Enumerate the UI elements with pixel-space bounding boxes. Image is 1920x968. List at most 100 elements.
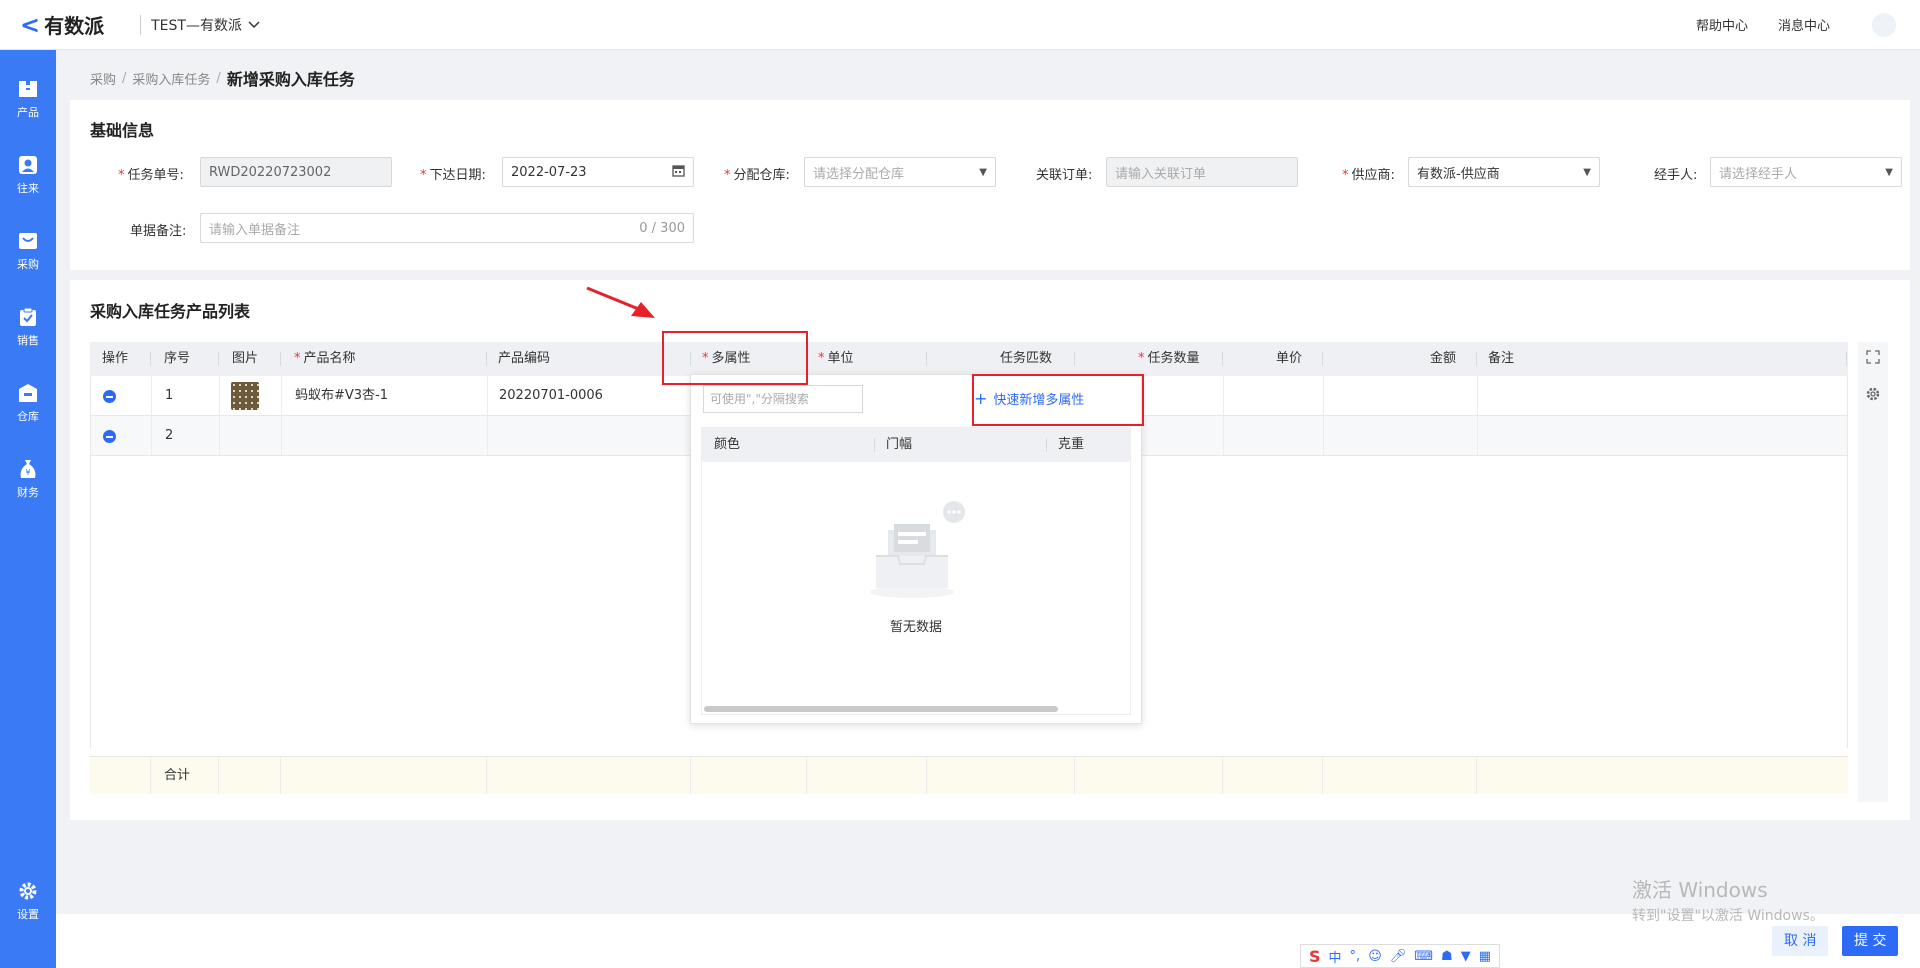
sidebar-item-sales[interactable]: 销售 bbox=[0, 306, 56, 366]
empty-inbox-icon bbox=[870, 500, 966, 604]
basic-info-title: 基础信息 bbox=[90, 121, 155, 140]
handler-select[interactable]: 请选择经手人 ▼ bbox=[1710, 157, 1902, 187]
col-line bbox=[150, 757, 151, 794]
col-line bbox=[690, 757, 691, 794]
col-header-name: * 产品名称 bbox=[294, 351, 356, 366]
col-divider bbox=[280, 352, 281, 366]
sidebar-item-finance[interactable]: ¥ 财务 bbox=[0, 458, 56, 518]
breadcrumb-purchase-tasks[interactable]: 采购入库任务 bbox=[132, 69, 210, 88]
col-divider bbox=[874, 438, 875, 452]
col-divider bbox=[1074, 352, 1075, 366]
col-line bbox=[806, 757, 807, 794]
watermark-line1: 激活 Windows bbox=[1632, 878, 1768, 902]
message-center-link[interactable]: 消息中心 bbox=[1778, 15, 1830, 34]
col-line bbox=[487, 416, 488, 455]
sidebar-item-contacts[interactable]: 往来 bbox=[0, 154, 56, 214]
org-name: TEST—有数派 bbox=[151, 17, 242, 34]
table-side-tools bbox=[1858, 342, 1888, 802]
logo-text: 有数派 bbox=[44, 14, 105, 38]
shirt-icon[interactable]: ▼ bbox=[1461, 949, 1471, 964]
top-bar: < 有数派 TEST—有数派 帮助中心 消息中心 bbox=[0, 0, 1920, 50]
col-line bbox=[1222, 757, 1223, 794]
app-logo[interactable]: < 有数派 bbox=[20, 10, 104, 39]
row-product-name[interactable]: 蚂蚁布#V3杏-1 bbox=[295, 376, 388, 416]
product-list-title: 采购入库任务产品列表 bbox=[90, 302, 251, 321]
remove-row-button[interactable] bbox=[103, 430, 116, 443]
col-line bbox=[1323, 416, 1324, 455]
col-line bbox=[218, 757, 219, 794]
grid-icon[interactable]: ▦ bbox=[1479, 949, 1491, 964]
col-divider bbox=[1222, 352, 1223, 366]
attribute-search-input[interactable]: 可使用","分隔搜索 bbox=[703, 385, 863, 413]
sidebar-item-product[interactable]: 产品 bbox=[0, 78, 56, 138]
help-center-link[interactable]: 帮助中心 bbox=[1696, 15, 1748, 34]
highlight-box-quick-add bbox=[972, 374, 1144, 426]
user-icon[interactable]: ☗ bbox=[1441, 949, 1453, 964]
remove-row-button[interactable] bbox=[103, 390, 116, 403]
breadcrumb-separator: / bbox=[122, 70, 127, 86]
col-header-unit: * 单位 bbox=[818, 351, 854, 366]
keyboard-icon[interactable]: ⌨ bbox=[1414, 949, 1433, 964]
remark-input[interactable]: 请输入单据备注 0 / 300 bbox=[200, 213, 694, 243]
fullscreen-icon[interactable] bbox=[1866, 350, 1880, 368]
org-switcher[interactable]: TEST—有数派 bbox=[151, 15, 260, 35]
ime-logo[interactable]: S bbox=[1309, 947, 1321, 966]
emoji-icon[interactable]: ☺ bbox=[1368, 949, 1382, 964]
watermark-line2: 转到"设置"以激活 Windows。 bbox=[1632, 908, 1824, 924]
product-thumbnail[interactable] bbox=[231, 382, 259, 410]
sidebar-item-purchase[interactable]: 采购 bbox=[0, 230, 56, 290]
multi-attribute-popover: 可使用","分隔搜索 + 快速新增多属性 颜色 门幅 克重 暂无数据 bbox=[690, 374, 1142, 724]
col-header-amount: 金额 bbox=[1430, 351, 1457, 366]
warehouse-select[interactable]: 请选择分配仓库 ▼ bbox=[804, 157, 996, 187]
calendar-icon bbox=[672, 164, 685, 180]
issue-date-picker[interactable]: 2022-07-23 bbox=[502, 157, 694, 187]
handler-label: 经手人: bbox=[1654, 168, 1698, 183]
caret-down-icon: ▼ bbox=[1885, 166, 1893, 178]
money-bag-icon: ¥ bbox=[17, 458, 39, 480]
table-sum-row: 合计 bbox=[90, 756, 1848, 794]
col-header-op: 操作 bbox=[102, 351, 129, 366]
row-seq: 1 bbox=[165, 388, 174, 403]
col-header-note: 备注 bbox=[1488, 351, 1515, 366]
windows-activation-watermark: 激活 Windows 转到"设置"以激活 Windows。 bbox=[1632, 874, 1824, 925]
logo-chevron-icon: < bbox=[20, 10, 41, 39]
ime-toolbar[interactable]: S 中 °, ☺ 🎤︎ ⌨ ☗ ▼ ▦ bbox=[1300, 944, 1500, 968]
col-divider bbox=[1846, 352, 1847, 366]
horizontal-scrollbar[interactable] bbox=[704, 706, 1058, 712]
submit-button[interactable]: 提 交 bbox=[1842, 926, 1899, 956]
sidebar: 产品 往来 采购 销售 仓库 ¥ 财务 设置 bbox=[0, 50, 56, 968]
ime-mode[interactable]: 中 bbox=[1329, 947, 1342, 966]
sidebar-item-warehouse[interactable]: 仓库 bbox=[0, 382, 56, 442]
highlight-box-attrs-column bbox=[662, 331, 808, 385]
microphone-icon[interactable]: 🎤︎ bbox=[1390, 949, 1407, 964]
handler-placeholder: 请选择经手人 bbox=[1719, 166, 1798, 182]
col-line bbox=[1223, 376, 1224, 415]
ime-punct[interactable]: °, bbox=[1350, 949, 1361, 964]
col-divider bbox=[486, 352, 487, 366]
col-header-image: 图片 bbox=[232, 351, 259, 366]
col-divider bbox=[218, 352, 219, 366]
col-header-code: 产品编码 bbox=[498, 351, 551, 366]
col-line bbox=[219, 416, 220, 455]
sidebar-item-settings[interactable]: 设置 bbox=[0, 880, 56, 940]
col-line bbox=[486, 757, 487, 794]
breadcrumb-purchase[interactable]: 采购 bbox=[90, 69, 116, 88]
col-line bbox=[1477, 416, 1478, 455]
red-arrow-icon bbox=[586, 286, 655, 318]
page-title: 新增采购入库任务 bbox=[226, 70, 355, 89]
col-divider bbox=[1476, 352, 1477, 366]
cancel-button[interactable]: 取 消 bbox=[1772, 926, 1829, 956]
sidebar-item-label: 往来 bbox=[17, 182, 39, 195]
warehouse-icon bbox=[17, 382, 39, 404]
task-no-label: * 任务单号: bbox=[118, 168, 184, 183]
breadcrumb-separator: / bbox=[216, 70, 221, 86]
sidebar-item-label: 产品 bbox=[17, 106, 39, 119]
col-header-seq: 序号 bbox=[164, 351, 191, 366]
col-line bbox=[219, 376, 220, 415]
row-product-code: 20220701-0006 bbox=[499, 388, 603, 403]
col-line bbox=[281, 416, 282, 455]
avatar[interactable] bbox=[1872, 12, 1896, 37]
column-settings-gear-icon[interactable] bbox=[1865, 386, 1881, 406]
supplier-select[interactable]: 有数派-供应商 ▼ bbox=[1408, 157, 1600, 187]
col-line bbox=[1322, 757, 1323, 794]
